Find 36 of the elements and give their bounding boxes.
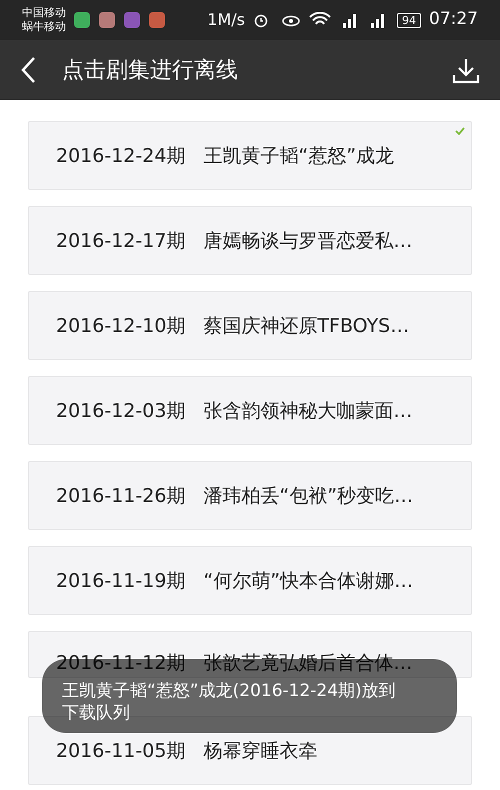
battery-indicator: 94: [397, 12, 421, 28]
page-title: 点击剧集进行离线: [62, 56, 238, 84]
episode-title: 王凯黄子韬“惹怒”成龙: [203, 146, 394, 166]
episode-title: 唐嫣畅谈与罗晋恋爱私…: [203, 230, 412, 250]
alarm-icon: [253, 12, 269, 28]
carrier-name: 蜗牛移动: [22, 20, 66, 34]
episode-title: “何尔萌”快本合体谢娜…: [203, 570, 414, 590]
carrier-name: 中国移动: [22, 6, 66, 20]
episode-title: 张歆艺竟弘婚后首合体…: [203, 653, 412, 673]
episode-item[interactable]: 2016-11-26期 潘玮柏丢“包袱”秒变吃…: [28, 461, 472, 530]
episode-item[interactable]: 2016-11-19期 “何尔萌”快本合体谢娜…: [28, 546, 472, 615]
episode-item[interactable]: 2016-12-03期 张含韵领神秘大咖蒙面…: [28, 376, 472, 445]
episode-item[interactable]: 2016-12-10期 蔡国庆神还原TFBOYS…: [28, 291, 472, 360]
episode-date: 2016-12-17期: [56, 230, 186, 250]
episode-date: 2016-11-26期: [56, 486, 186, 506]
episode-title: 蔡国庆神还原TFBOYS…: [203, 316, 410, 336]
clock: 07:27: [429, 8, 478, 32]
app-icon: [124, 12, 140, 28]
episode-date: 2016-12-03期: [56, 400, 186, 420]
episode-date: 2016-12-24期: [56, 146, 186, 166]
app-icon: [149, 12, 165, 28]
episode-date: 2016-11-05期: [56, 740, 186, 760]
episode-date: 2016-11-19期: [56, 570, 186, 590]
episode-title: 潘玮柏丢“包袱”秒变吃…: [203, 486, 414, 506]
episode-item[interactable]: 2016-12-17期 唐嫣畅谈与罗晋恋爱私…: [28, 206, 472, 275]
episode-title: 张含韵领神秘大咖蒙面…: [203, 400, 412, 420]
download-icon[interactable]: [452, 56, 480, 84]
network-speed: 1M/s: [207, 9, 245, 31]
back-icon[interactable]: [20, 56, 36, 84]
episode-date: 2016-11-12期: [56, 653, 186, 673]
episode-item[interactable]: 2016-12-24期 王凯黄子韬“惹怒”成龙: [28, 121, 472, 190]
app-icon: [99, 12, 115, 28]
app-icon: [74, 12, 90, 28]
episode-date: 2016-12-10期: [56, 316, 186, 336]
episode-title: 杨幂穿睡衣牵: [203, 740, 318, 760]
eye-icon: [281, 13, 301, 27]
